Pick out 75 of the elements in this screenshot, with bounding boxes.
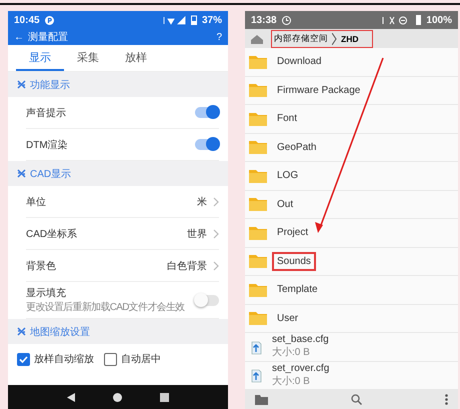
more-icon[interactable] bbox=[445, 394, 448, 405]
folder-icon bbox=[249, 254, 267, 268]
checkbox-label: 放样自动缩放 bbox=[34, 352, 94, 366]
setting-value[interactable]: 白色背景 bbox=[167, 258, 207, 272]
folder-icon bbox=[249, 168, 267, 183]
section-title: 地图缩放设置 bbox=[30, 326, 90, 338]
folder-name[interactable]: User bbox=[272, 308, 304, 328]
folder-name[interactable]: Project bbox=[272, 223, 314, 242]
battery-level: 37% bbox=[202, 14, 222, 26]
status-time: 13:38 bbox=[251, 14, 277, 26]
parking-icon bbox=[44, 16, 54, 24]
setting-label: 背景色 bbox=[26, 260, 56, 272]
folder-icon bbox=[249, 54, 267, 69]
folder-name[interactable]: Sounds bbox=[272, 252, 316, 271]
folder-icon bbox=[249, 226, 267, 240]
folder-name[interactable]: Firmware Package bbox=[272, 80, 366, 100]
folder-icon bbox=[249, 112, 267, 126]
setting-label: DTM渲染 bbox=[26, 138, 68, 152]
battery-icon bbox=[416, 15, 422, 25]
setting-label: 显示填充 bbox=[26, 286, 67, 300]
file-name[interactable]: set_rover.cfg bbox=[272, 362, 330, 374]
folder-name[interactable]: Font bbox=[272, 109, 302, 128]
toggle-switch[interactable] bbox=[195, 139, 219, 150]
help-button[interactable]: ? bbox=[216, 32, 222, 42]
setting-label: 声音提示 bbox=[26, 106, 66, 120]
checkbox[interactable] bbox=[104, 352, 117, 366]
file-size: 大小:0 B bbox=[272, 346, 311, 360]
chevron-icon bbox=[332, 32, 337, 44]
tab[interactable]: 放样 bbox=[112, 45, 160, 71]
new-folder-icon[interactable] bbox=[255, 394, 268, 405]
folder-name[interactable]: Download bbox=[272, 52, 326, 72]
tools-icon bbox=[17, 327, 26, 336]
screen-title: 测量配置 bbox=[28, 30, 68, 44]
checkbox-label: 自动居中 bbox=[121, 352, 161, 366]
signal-icon bbox=[162, 16, 186, 24]
folder-icon bbox=[249, 311, 267, 326]
breadcrumb-item[interactable]: 内部存储空间 bbox=[274, 32, 328, 44]
chevron-icon bbox=[213, 228, 219, 238]
toggle-switch[interactable] bbox=[195, 294, 219, 306]
battery-icon bbox=[190, 15, 197, 25]
back-button[interactable]: ← bbox=[14, 32, 24, 42]
folder-icon bbox=[249, 140, 267, 154]
folder-icon bbox=[249, 197, 267, 212]
recents-icon[interactable] bbox=[160, 392, 169, 402]
folder-icon bbox=[249, 83, 267, 98]
toggle-switch[interactable] bbox=[195, 107, 219, 118]
section-title: CAD显示 bbox=[30, 168, 72, 180]
checkbox[interactable] bbox=[17, 352, 30, 366]
file-size: 大小:0 B bbox=[272, 374, 311, 388]
folder-icon bbox=[249, 282, 267, 297]
file-icon bbox=[249, 367, 263, 384]
chevron-icon bbox=[213, 260, 219, 270]
setting-value[interactable]: 世界 bbox=[187, 226, 207, 240]
setting-hint: 更改设置后重新加载CAD文件才会生效 bbox=[26, 300, 185, 314]
setting-label: CAD坐标系 bbox=[26, 228, 78, 240]
tab[interactable]: 采集 bbox=[64, 45, 112, 71]
folder-name[interactable]: LOG bbox=[272, 166, 304, 186]
battery-level: 100% bbox=[426, 14, 452, 26]
tools-icon bbox=[17, 169, 26, 178]
setting-label: 单位 bbox=[26, 196, 46, 208]
status-time: 10:45 bbox=[14, 14, 40, 26]
breadcrumb-item[interactable]: ZHD bbox=[341, 34, 358, 44]
folder-name[interactable]: Out bbox=[272, 194, 298, 214]
back-icon[interactable] bbox=[67, 392, 75, 402]
folder-name[interactable]: Template bbox=[272, 280, 323, 300]
setting-value[interactable]: 米 bbox=[197, 194, 207, 208]
file-name[interactable]: set_base.cfg bbox=[272, 334, 329, 346]
tools-icon bbox=[17, 80, 26, 89]
chevron-icon bbox=[213, 196, 219, 206]
file-icon bbox=[249, 338, 263, 355]
search-icon[interactable] bbox=[351, 394, 362, 405]
section-title: 功能显示 bbox=[30, 78, 70, 92]
folder-name[interactable]: GeoPath bbox=[272, 138, 322, 157]
home-icon[interactable] bbox=[113, 392, 122, 402]
clock-icon bbox=[282, 16, 291, 24]
